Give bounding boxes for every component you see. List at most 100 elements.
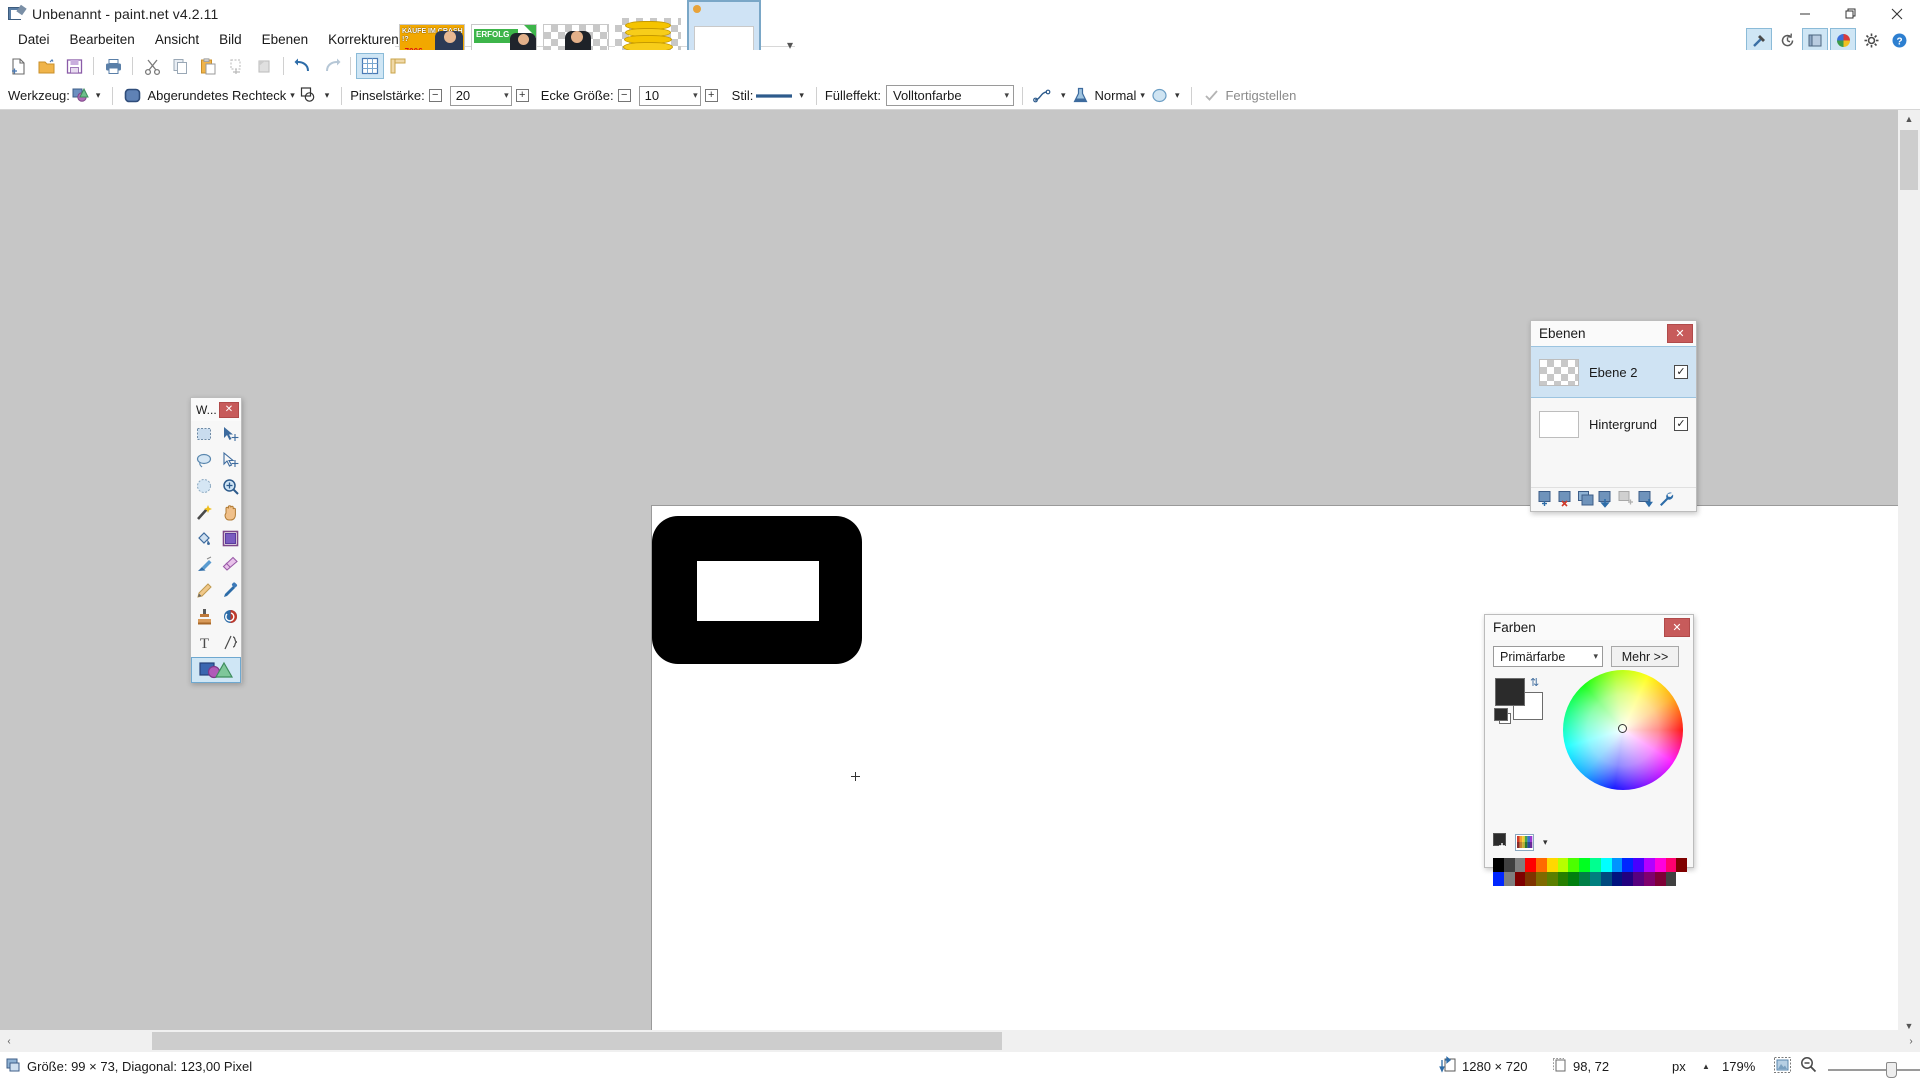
layers-window-toggle[interactable] (1802, 28, 1828, 52)
palette-swatch[interactable] (1600, 858, 1612, 872)
layer-row-hintergrund[interactable]: Hintergrund ✓ (1531, 398, 1696, 450)
colors-window[interactable]: Farben ✕ Primärfarbe ▾ Mehr >> ⇅ ▾ (1484, 614, 1694, 886)
crop-to-selection-button[interactable] (222, 53, 250, 79)
pencil-tool[interactable] (191, 577, 217, 603)
history-window-toggle[interactable] (1774, 28, 1800, 52)
palette-swatch[interactable] (1643, 872, 1655, 886)
palette-swatch[interactable] (1568, 858, 1580, 872)
palette-swatch[interactable] (1557, 858, 1569, 872)
add-layer-icon[interactable] (1538, 490, 1554, 509)
lasso-select-tool[interactable] (191, 447, 217, 473)
menu-bild[interactable]: Bild (209, 30, 252, 49)
palette-swatch[interactable] (1568, 872, 1580, 886)
palette-swatch[interactable] (1514, 872, 1526, 886)
fit-to-window-icon[interactable] (1774, 1056, 1791, 1076)
palette-swatch[interactable] (1503, 872, 1515, 886)
palette-row-1[interactable] (1493, 858, 1688, 872)
shapes-tool[interactable] (191, 657, 241, 683)
copy-button[interactable] (166, 53, 194, 79)
palette-swatch[interactable] (1622, 872, 1634, 886)
shape-preview-chevron-down-icon[interactable]: ▾ (1175, 90, 1180, 101)
shape-dropdown-chevron-down-icon[interactable]: ▾ (290, 90, 295, 101)
unit-label[interactable]: px (1672, 1059, 1686, 1074)
paintbrush-tool[interactable] (191, 551, 217, 577)
scroll-up-arrow[interactable]: ▲ (1898, 110, 1920, 128)
palette-swatch[interactable] (1503, 858, 1515, 872)
palette-swatch[interactable] (1633, 858, 1644, 872)
canvas-area[interactable] (0, 110, 1898, 1035)
palette-swatch[interactable] (1654, 872, 1666, 886)
colors-window-toggle[interactable] (1830, 28, 1856, 52)
palette-swatch[interactable] (1611, 872, 1623, 886)
ellipse-select-tool[interactable] (191, 473, 217, 499)
palette-dropdown-chevron-down-icon[interactable]: ▾ (1543, 837, 1548, 848)
zoom-level-text[interactable]: 179% (1722, 1059, 1755, 1074)
layer-visibility-checkbox[interactable]: ✓ (1674, 417, 1688, 431)
magic-wand-tool[interactable] (191, 499, 217, 525)
move-layer-down-icon[interactable] (1638, 490, 1654, 509)
redo-button[interactable] (317, 53, 345, 79)
primary-color-swatch[interactable] (1495, 678, 1525, 706)
brush-width-decrement[interactable]: − (428, 89, 442, 102)
color-picker-tool[interactable] (217, 577, 243, 603)
vertical-scrollbar[interactable]: ▲ ▼ (1898, 110, 1920, 1035)
unit-dropdown-caret-up-icon[interactable]: ▲ (1702, 1062, 1710, 1071)
zoom-tool[interactable] (217, 473, 243, 499)
maximize-restore-button[interactable] (1828, 0, 1874, 28)
tool-dropdown-chevron-down-icon[interactable]: ▾ (96, 90, 101, 101)
fill-effect-select[interactable]: Volltonfarbe ▾ (885, 85, 1014, 106)
palette-swatch[interactable] (1654, 858, 1666, 872)
brush-width-increment[interactable]: + (515, 89, 529, 102)
layer-row-ebene-2[interactable]: Ebene 2 ✓ (1531, 346, 1696, 398)
menu-ansicht[interactable]: Ansicht (145, 30, 209, 49)
antialiasing-chevron-down-icon[interactable]: ▾ (1061, 90, 1066, 101)
solid-line-icon[interactable] (753, 86, 795, 106)
tools-window-titlebar[interactable]: W... ✕ (191, 398, 241, 421)
palette-row-2[interactable] (1493, 872, 1688, 886)
import-layer-icon[interactable] (1618, 490, 1634, 509)
palette-swatch[interactable] (1590, 872, 1601, 886)
shape-value[interactable]: Abgerundetes Rechteck (147, 88, 286, 103)
swap-colors-icon[interactable]: ⇅ (1530, 676, 1539, 689)
zoom-slider-knob[interactable] (1886, 1061, 1897, 1078)
print-button[interactable] (99, 53, 127, 79)
minimize-button[interactable] (1782, 0, 1828, 28)
brush-width-input[interactable]: 20 ▾ (449, 85, 512, 106)
layers-window-titlebar[interactable]: Ebenen ✕ (1531, 321, 1696, 346)
palette-swatch[interactable] (1643, 858, 1655, 872)
shape-preview-icon[interactable] (1149, 86, 1171, 106)
colors-window-titlebar[interactable]: Farben ✕ (1485, 615, 1693, 640)
palette-swatch[interactable] (1525, 872, 1537, 886)
palette-swatch[interactable] (1665, 858, 1677, 872)
draw-mode-chevron-down-icon[interactable]: ▾ (325, 90, 330, 101)
palette-swatch[interactable] (1493, 858, 1504, 872)
palette-swatch[interactable] (1536, 858, 1547, 872)
settings-button[interactable] (1858, 28, 1884, 52)
image-canvas[interactable] (652, 506, 1898, 1035)
tools-window-close-icon[interactable]: ✕ (219, 401, 239, 418)
wrench-icon[interactable] (1658, 491, 1674, 509)
scroll-right-arrow[interactable]: › (1902, 1030, 1920, 1052)
horizontal-scroll-thumb[interactable] (152, 1032, 1002, 1050)
paste-button[interactable] (194, 53, 222, 79)
tools-window[interactable]: W... ✕ T (190, 397, 242, 683)
color-wheel-cursor[interactable] (1618, 724, 1627, 733)
rulers-toggle-button[interactable] (384, 53, 412, 79)
horizontal-scrollbar[interactable]: ‹ › (0, 1030, 1920, 1052)
help-button[interactable]: ? (1886, 28, 1912, 52)
tools-window-toggle[interactable] (1746, 28, 1772, 52)
colors-window-close-icon[interactable]: ✕ (1664, 618, 1690, 637)
palette-swatch[interactable] (1633, 872, 1644, 886)
delete-layer-icon[interactable] (1558, 490, 1574, 509)
add-color-icon[interactable] (1493, 833, 1510, 852)
style-dropdown-chevron-down-icon[interactable]: ▾ (799, 90, 804, 101)
palette-swatch[interactable] (1546, 872, 1558, 886)
palette-swatch[interactable] (1546, 858, 1558, 872)
color-mode-select[interactable]: Primärfarbe ▾ (1493, 646, 1603, 667)
vertical-scroll-thumb[interactable] (1900, 130, 1918, 190)
palette-swatch[interactable] (1600, 872, 1612, 886)
move-selection-tool[interactable] (217, 447, 243, 473)
gradient-tool[interactable] (217, 525, 243, 551)
text-tool[interactable]: T (191, 629, 217, 655)
finish-button[interactable]: Fertigstellen (1225, 88, 1296, 103)
